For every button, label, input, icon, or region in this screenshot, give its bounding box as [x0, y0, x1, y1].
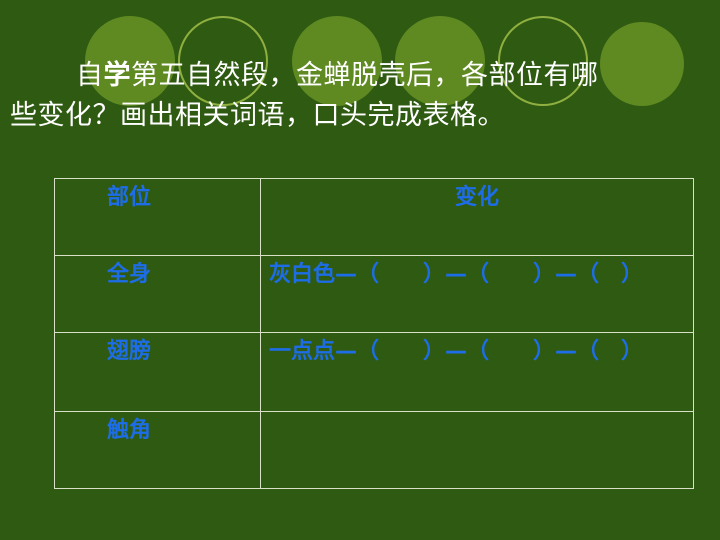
table-row: 翅膀 一点点—（ ）—（ ）—（ ） [54, 332, 694, 412]
row-part: 全身 [54, 255, 261, 333]
title-line-1: 自学第五自然段，金蝉脱壳后，各部位有哪 [10, 56, 710, 96]
title-char-xue: 学 [103, 60, 131, 91]
table-header-row: 部位 变化 [54, 178, 694, 256]
row-part: 触角 [54, 411, 261, 489]
row-change [260, 411, 694, 489]
slide-title: 自学第五自然段，金蝉脱壳后，各部位有哪 些变化？画出相关词语，口头完成表格。 [10, 56, 710, 136]
header-part: 部位 [54, 178, 261, 256]
table-row: 触角 [54, 411, 694, 489]
table-row: 全身 灰白色—（ ）—（ ）—（ ） [54, 255, 694, 333]
title-line-2: 些变化？画出相关词语，口头完成表格。 [10, 100, 505, 131]
changes-table: 部位 变化 全身 灰白色—（ ）—（ ）—（ ） 翅膀 一点点—（ ）—（ ）—… [54, 178, 694, 489]
header-change: 变化 [260, 178, 694, 256]
title-line-1-rest: 第五自然段，金蝉脱壳后，各部位有哪 [131, 60, 599, 91]
row-change: 灰白色—（ ）—（ ）—（ ） [260, 255, 694, 333]
row-part: 翅膀 [54, 332, 261, 412]
title-char-zi: 自 [76, 60, 104, 91]
row-change: 一点点—（ ）—（ ）—（ ） [260, 332, 694, 412]
